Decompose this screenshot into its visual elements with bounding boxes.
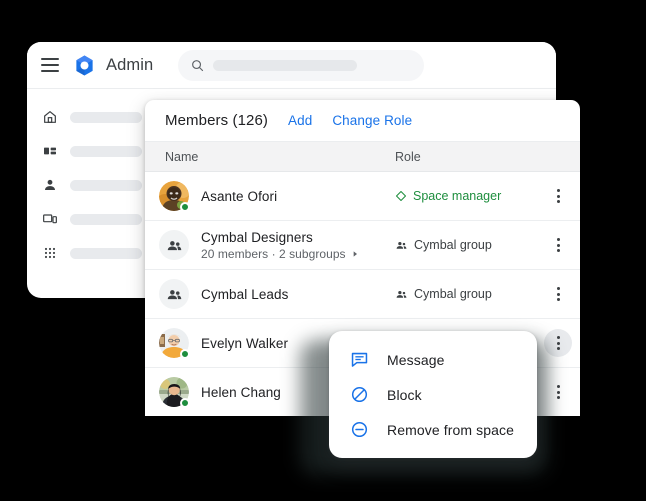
screenshot-stage: Admin Members (126) Add Change Role Name… (0, 0, 646, 501)
hamburger-menu-icon[interactable] (41, 58, 59, 72)
member-name-block: Helen Chang (201, 385, 281, 400)
presence-indicator-online (180, 202, 190, 212)
sidebar-item-label-skeleton (70, 145, 142, 157)
member-name: Cymbal Designers (201, 229, 313, 245)
apps-grid-icon (41, 244, 59, 262)
member-name: Asante Ofori (201, 188, 278, 204)
menu-item-message[interactable]: Message (329, 342, 537, 377)
change-role-button[interactable]: Change Role (332, 113, 412, 128)
sidebar-item-label-skeleton (70, 111, 142, 123)
menu-item-label: Remove from space (387, 421, 514, 438)
member-name-block: Cymbal Leads (201, 287, 289, 302)
chevron-right-icon[interactable] (351, 250, 359, 258)
remove-circle-icon (349, 420, 369, 440)
menu-item-block[interactable]: Block (329, 377, 537, 412)
context-menu: Message Block Remove from space (329, 331, 537, 458)
sidebar-item-apps[interactable] (41, 239, 162, 267)
column-header-role: Role (395, 149, 421, 164)
home-icon (41, 108, 59, 126)
person-icon (41, 176, 59, 194)
menu-item-remove-from-space[interactable]: Remove from space (329, 412, 537, 447)
sidebar-item-label-skeleton (70, 179, 142, 191)
google-admin-hexagon-logo (76, 55, 93, 75)
message-chat-icon (349, 350, 369, 370)
search-input[interactable] (178, 49, 425, 81)
members-table-header: Name Role (145, 141, 580, 172)
group-icon (396, 241, 407, 249)
sidebar-item-label-skeleton (70, 213, 142, 225)
column-header-name: Name (165, 149, 199, 164)
member-name: Helen Chang (201, 384, 281, 400)
member-role-label: Cymbal group (414, 238, 492, 252)
sidebar-item-users[interactable] (41, 171, 162, 199)
group-icon (396, 290, 407, 298)
more-vert-icon[interactable] (544, 329, 572, 357)
member-subtitle-text: 20 members · 2 subgroups (201, 246, 346, 261)
more-vert-icon[interactable] (547, 185, 569, 207)
member-role-cell: Cymbal group (395, 238, 536, 252)
app-title: Admin (106, 55, 154, 74)
table-row[interactable]: Cymbal Designers 20 members · 2 subgroup… (145, 221, 580, 270)
sidebar-item-dashboard[interactable] (41, 137, 162, 165)
admin-top-bar: Admin (27, 42, 556, 89)
avatar (159, 181, 190, 212)
presence-indicator-online (180, 349, 190, 359)
member-role-label: Cymbal group (414, 287, 492, 301)
member-name: Cymbal Leads (201, 286, 289, 302)
row-actions-cell (536, 185, 580, 207)
block-icon (349, 385, 369, 405)
member-role-cell: Cymbal group (395, 287, 536, 301)
member-subtitle: 20 members · 2 subgroups (201, 247, 359, 261)
more-vert-icon[interactable] (547, 234, 569, 256)
table-row[interactable]: Asante Ofori Space manager (145, 172, 580, 221)
devices-icon (41, 210, 59, 228)
search-icon (192, 59, 204, 71)
diamond-icon (395, 190, 407, 202)
row-actions-cell (536, 283, 580, 305)
member-name-cell: Cymbal Designers 20 members · 2 subgroup… (145, 230, 395, 261)
more-vert-icon[interactable] (547, 381, 569, 403)
member-name-block: Evelyn Walker (201, 336, 288, 351)
dashboard-icon (41, 142, 59, 160)
member-name: Evelyn Walker (201, 335, 289, 351)
menu-item-label: Block (387, 386, 422, 403)
group-icon (159, 230, 189, 260)
sidebar-item-label-skeleton (70, 247, 142, 259)
presence-indicator-online (180, 398, 190, 408)
menu-item-label: Message (387, 351, 445, 368)
table-row[interactable]: Cymbal Leads Cymbal group (145, 270, 580, 319)
sidebar-nav (27, 89, 162, 298)
search-placeholder-skeleton (213, 59, 358, 71)
member-role-label: Space manager (413, 189, 502, 203)
add-member-button[interactable]: Add (288, 113, 312, 128)
member-role-cell: Space manager (395, 189, 536, 203)
member-name-cell: Asante Ofori (145, 181, 395, 212)
avatar (159, 377, 190, 408)
row-actions-cell (536, 234, 580, 256)
sidebar-item-devices[interactable] (41, 205, 162, 233)
members-panel-header: Members (126) Add Change Role (145, 100, 580, 141)
member-name-block: Asante Ofori (201, 189, 277, 204)
sidebar-item-home[interactable] (41, 103, 162, 131)
member-name-cell: Cymbal Leads (145, 279, 395, 309)
page-title: Members (126) (165, 112, 268, 129)
group-icon (159, 279, 189, 309)
more-vert-icon[interactable] (547, 283, 569, 305)
member-name-block: Cymbal Designers 20 members · 2 subgroup… (201, 230, 359, 261)
avatar (159, 328, 190, 359)
